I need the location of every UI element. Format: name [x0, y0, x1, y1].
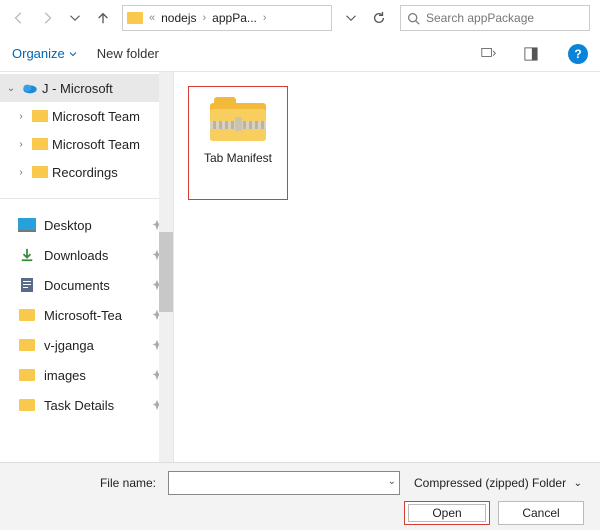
documents-icon [18, 278, 36, 292]
new-folder-button[interactable]: New folder [97, 46, 159, 61]
filename-input[interactable] [168, 471, 400, 495]
file-type-filter[interactable]: Compressed (zipped) Folder ⌄ [408, 471, 588, 495]
quick-access-item[interactable]: images [0, 360, 173, 390]
nav-toolbar: « nodejs › appPa... › [0, 0, 600, 36]
file-list[interactable]: Tab Manifest [174, 72, 600, 462]
quick-access-item[interactable]: Documents [0, 270, 173, 300]
tree-item[interactable]: › Recordings [0, 158, 173, 186]
search-input[interactable] [424, 10, 583, 26]
onedrive-icon [22, 82, 38, 94]
chevron-right-icon: › [261, 12, 269, 24]
view-options-button[interactable] [478, 43, 500, 65]
downloads-icon [18, 248, 36, 262]
file-item-label: Tab Manifest [204, 151, 272, 165]
open-button[interactable]: Open [404, 501, 490, 525]
quick-access-item[interactable]: Task Details [0, 390, 173, 420]
quick-access-item[interactable]: Desktop [0, 210, 173, 240]
search-box[interactable] [400, 5, 590, 31]
search-icon [407, 12, 420, 25]
chevron-right-icon: › [14, 109, 28, 123]
address-bar[interactable]: « nodejs › appPa... › [122, 5, 332, 31]
tree-root[interactable]: ⌄ J - Microsoft [0, 74, 173, 102]
scrollbar-thumb[interactable] [159, 232, 173, 312]
folder-icon [18, 308, 36, 322]
folder-icon [32, 138, 48, 150]
refresh-button[interactable] [366, 5, 392, 31]
zip-folder-icon [210, 97, 266, 141]
file-item-tab-manifest[interactable]: Tab Manifest [188, 86, 288, 200]
quick-access-item[interactable]: Microsoft-Tea [0, 300, 173, 330]
folder-icon [18, 398, 36, 412]
filename-label: File name: [0, 476, 160, 490]
chevron-right-icon: › [14, 165, 28, 179]
dialog-footer: File name: ⌄ Compressed (zipped) Folder … [0, 462, 600, 530]
crumb-segment[interactable]: nodejs [161, 11, 196, 25]
crumb-segment[interactable]: appPa... [212, 11, 257, 25]
quick-access-item[interactable]: Downloads [0, 240, 173, 270]
back-button[interactable] [6, 5, 32, 31]
tree-item[interactable]: › Microsoft Team [0, 130, 173, 158]
navigation-pane: ⌄ J - Microsoft › Microsoft Team › Micro… [0, 72, 174, 462]
forward-button[interactable] [34, 5, 60, 31]
chevron-down-icon: ⌄ [4, 81, 18, 95]
folder-icon [18, 368, 36, 382]
quick-access-item[interactable]: v-jganga [0, 330, 173, 360]
chevron-right-icon: › [14, 137, 28, 151]
folder-icon [32, 110, 48, 122]
organize-menu[interactable]: Organize [12, 46, 77, 61]
command-bar: Organize New folder ? [0, 36, 600, 72]
address-history-dropdown[interactable] [338, 5, 364, 31]
crumb-chevrons: « [147, 12, 157, 24]
filename-combobox[interactable]: ⌄ [168, 471, 400, 495]
help-button[interactable]: ? [568, 44, 588, 64]
chevron-down-icon: ⌄ [574, 478, 582, 489]
folder-icon [32, 166, 48, 178]
folder-icon [18, 338, 36, 352]
cancel-button[interactable]: Cancel [498, 501, 584, 525]
up-button[interactable] [90, 5, 116, 31]
chevron-down-icon [69, 50, 77, 58]
chevron-right-icon: › [201, 12, 209, 24]
tree-item[interactable]: › Microsoft Team [0, 102, 173, 130]
recent-dropdown[interactable] [62, 5, 88, 31]
preview-pane-button[interactable] [520, 43, 542, 65]
chevron-down-icon[interactable]: ⌄ [388, 476, 396, 487]
folder-icon [127, 12, 143, 24]
desktop-icon [18, 218, 36, 232]
